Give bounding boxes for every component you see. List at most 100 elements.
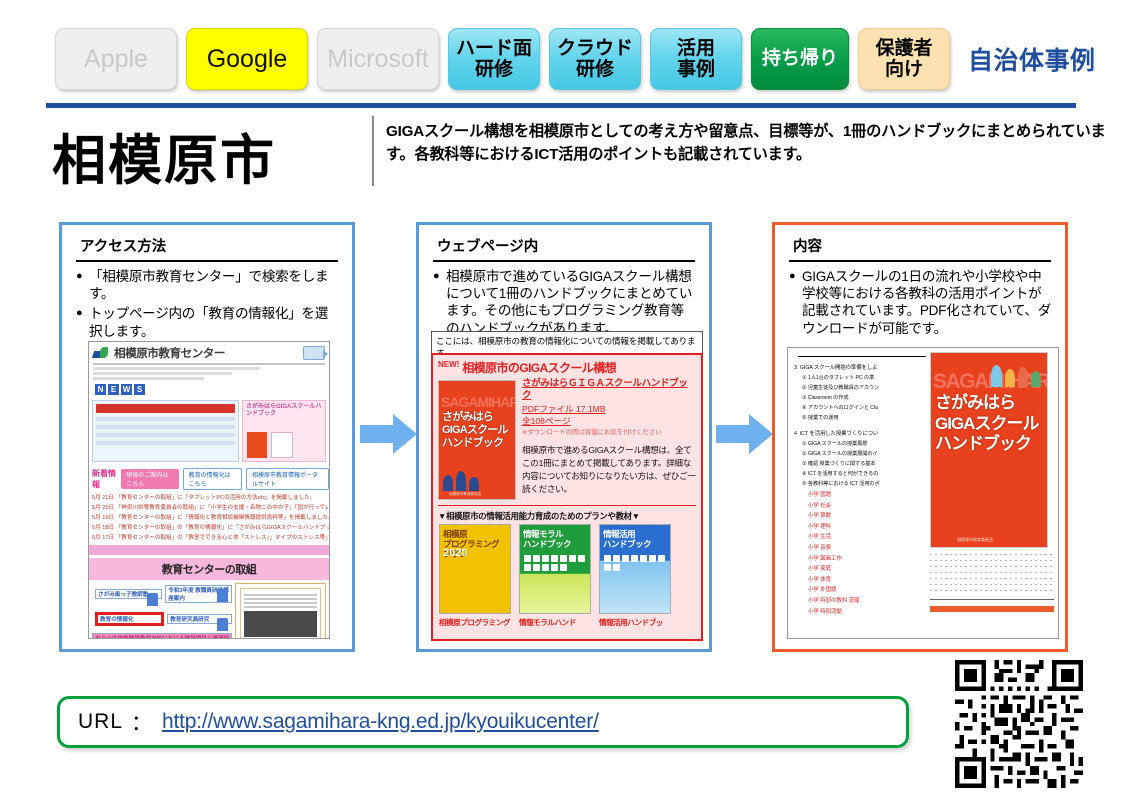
toc-entry: ② GIGA スクールの授業展開のイ xyxy=(802,450,926,457)
book-programming-plan[interactable]: 相模原 プログラミング プラン 2020 xyxy=(439,524,511,614)
news-section-label: 新着情報 xyxy=(92,469,116,489)
news-item[interactable]: 5月 20日 「神奈川県等教育委員会の取組」に「小学生の支援・名物この中の子」「… xyxy=(92,503,329,511)
panel-webpage-body: ウェブページ内 相模原市で進めているGIGAスクール構想について1冊のハンドブッ… xyxy=(419,225,709,337)
site-nav-rule xyxy=(93,363,325,365)
tile-ict-education-highlighted[interactable]: 教育の情報化 xyxy=(95,612,165,626)
news-item-text: 5月 18日 「教育センターの取組」の「教育の情報化」に「さがみはらGIGAスク… xyxy=(92,525,330,531)
subject-item: 小学 外国語 xyxy=(808,587,837,594)
camera-icon xyxy=(303,346,328,360)
news-item[interactable]: 5月 17日 「教育センターの取組」の「教室でできる心と体「ストレス」」タイプの… xyxy=(92,533,329,541)
toc-num: ① xyxy=(802,441,807,447)
panel-access-method: アクセス方法 「相模原市教育センター」で検索をします。 トップページ内の「教育の… xyxy=(59,222,355,652)
news-item[interactable]: 5月 21日 「教育センターの取組」に「タブレットPCの活用の方法etc」を掲載… xyxy=(92,493,326,501)
subject-item: 小学 音楽 xyxy=(808,544,832,551)
toc-entry: ① GIGA スクールの授業風景 xyxy=(802,440,926,447)
tab-for-guardians[interactable]: 保護者 向け xyxy=(858,28,950,90)
news-pill-2[interactable]: 教育の情報化はこちら xyxy=(182,468,242,490)
bullet-item: GIGAスクールの1日の流れや小学校や中学校等における各教科の活用ポイントが記載… xyxy=(789,268,1053,338)
toc-text: ICT を活用すると何ができるの xyxy=(807,471,879,477)
news-item-text: 5月 20日 「神奈川県等教育委員会の取組」に「小学生の支援・名物この中の子」「… xyxy=(92,505,329,511)
news-item[interactable]: 5月 19日 「教育センターの取組」に「情報化と教育相談機関情報提供資料等」を掲… xyxy=(92,513,329,521)
banner-right-handbook[interactable]: さがみはらGIGAスクールハンドブック xyxy=(242,400,326,462)
book-decoration-dots xyxy=(604,555,666,571)
tile-research[interactable]: 教育研究員研究 xyxy=(167,614,233,631)
toc-rule xyxy=(798,356,926,357)
tab-use-cases-label: 活用 事例 xyxy=(676,37,715,80)
toc-num: ② xyxy=(802,451,807,457)
panel-contents-body: 内容 GIGAスクールの1日の流れや小学校や中学校等における各教科の活用ポイント… xyxy=(775,225,1065,337)
cover-ghost-text: SAGAMIHARA xyxy=(441,394,515,410)
placeholder-line xyxy=(93,377,205,380)
handbook-download-link[interactable]: さがみはらＧＩＧＡスクールハンドブック xyxy=(522,378,696,403)
site-title: 相模原市教育センター xyxy=(114,347,225,360)
tile-row: 教育の情報化 教育研究員研究 xyxy=(92,608,233,631)
book-year: 2020 xyxy=(443,547,468,559)
pdf-next-page-marker xyxy=(930,606,1054,612)
book-info-utilization-handbook[interactable]: 情報活用 ハンドブック xyxy=(599,524,671,614)
cover-illustration-icon xyxy=(443,465,483,491)
news-section-header: 新着情報 研修のご案内はこちら 教育の情報化はこちら 相模原市教育情報ポータルサ… xyxy=(92,468,329,490)
toc-entry: ② 児童生徒及び教職員のアカウン xyxy=(802,384,926,391)
tile-teacher-school[interactable]: さがみ風っ子教師塾 xyxy=(95,589,163,606)
tab-apple[interactable]: Apple xyxy=(55,28,177,90)
tile-label: 教育の情報化 xyxy=(100,617,134,623)
panel-webpage-heading: ウェブページ内 xyxy=(437,239,539,255)
news-item[interactable]: 5月 18日 「教育センターの取組」の「教育の情報化」に「さがみはらGIGAスク… xyxy=(92,523,329,531)
tab-for-guardians-label: 保護者 向け xyxy=(875,37,933,80)
toc-text: 確認 授業づくりに関する基本 xyxy=(807,461,876,467)
sidebar-blog-panel xyxy=(235,583,326,638)
cover-caption: 相模原市教育委員会 xyxy=(449,492,482,496)
file-size-meta[interactable]: PDFファイル 17.1MB xyxy=(522,403,696,415)
panel-heading-rule xyxy=(433,260,695,262)
tab-microsoft-label: Microsoft xyxy=(327,45,429,73)
flow-arrow-2 xyxy=(716,412,774,456)
panel-heading-rule xyxy=(789,260,1051,262)
tab-microsoft[interactable]: Microsoft xyxy=(317,28,439,90)
toc-text: 1人1台のタブレット PC の準 xyxy=(807,375,875,381)
tile-training-guide[interactable]: 令和3年度 教職員研修講座案内 xyxy=(165,585,233,603)
subject-item: 小学 国語 xyxy=(808,492,832,498)
panel-access-method-body: アクセス方法 「相模原市教育センター」で検索をします。 トップページ内の「教育の… xyxy=(62,225,352,340)
decorative-bar xyxy=(89,545,329,555)
toc-num: ④ xyxy=(802,405,807,411)
tile-label: さがみ風っ子教師塾 xyxy=(98,592,149,598)
subject-item: 小学 算数 xyxy=(808,513,832,520)
title-block: 相模原市 GIGAスクール構想を相模原市としての考え方や留意点、目標等が、1冊の… xyxy=(52,112,1106,196)
tab-use-cases[interactable]: 活用 事例 xyxy=(650,28,742,90)
tab-take-home[interactable]: 持ち帰り xyxy=(751,28,849,90)
url-label: URL xyxy=(78,710,124,733)
page-count-meta[interactable]: 全108ページ xyxy=(522,415,696,427)
panel-contents-bullets: GIGAスクールの1日の流れや小学校や中学校等における各教科の活用ポイントが記載… xyxy=(787,268,1053,338)
toc-text: Classroom の作成 xyxy=(807,395,849,401)
bullet-item: 相模原市で進めているGIGAスクール構想について1冊のハンドブックにまとめていま… xyxy=(433,268,697,338)
panel-heading-rule xyxy=(76,260,338,262)
site-logo-icon xyxy=(93,346,109,360)
toc-entry: ⑤ 授業での運用 xyxy=(802,414,926,421)
news-item-text: 5月 21日 「教育センターの取組」に「タブレットPCの活用の方法etc」を掲載… xyxy=(92,495,316,501)
tab-cloud-training[interactable]: クラウド 研修 xyxy=(549,28,641,90)
banner-left[interactable] xyxy=(92,400,239,462)
tab-hardware-training[interactable]: ハード面 研修 xyxy=(448,28,540,90)
book-title: 情報モラル ハンドブック xyxy=(523,529,572,550)
tile-research-wide[interactable]: 市立小中学校情報教育学校における情報提供と情報発信の充実に関する調査研究 xyxy=(92,633,233,638)
webpage-section-title: 相模原市のGIGAスクール構想 xyxy=(462,361,616,375)
subject-item: 小学 図画工作 xyxy=(808,555,842,562)
header-divider-rule xyxy=(46,103,1076,108)
qr-code[interactable] xyxy=(955,660,1083,788)
news-pill-1[interactable]: 研修のご案内はこちら xyxy=(121,469,179,489)
toc-entry: ③ Classroom の作成 xyxy=(802,394,926,401)
tab-google[interactable]: Google xyxy=(186,28,308,90)
toc-entry: ④ アカウントへのログインと Cla xyxy=(802,404,926,411)
toc-text: 授業での運用 xyxy=(807,415,839,421)
toc-num: ④ xyxy=(802,471,807,477)
news-pill-3[interactable]: 相模原市教育情報ポータルサイト xyxy=(245,468,329,490)
toc-entry: 3 GIGA スクール開始の準備をしよ xyxy=(794,363,926,371)
flow-arrow-1 xyxy=(360,412,418,456)
handbook-cover-large: SAGAMIHARA さがみはら GIGAスクール ハンドブック 相模原市教育委… xyxy=(930,352,1048,548)
toc-num: 3 xyxy=(794,365,797,371)
url-link[interactable]: http://www.sagamihara-kng.ed.jp/kyouikuc… xyxy=(162,710,599,734)
book-moral-handbook[interactable]: 情報モラル ハンドブック xyxy=(519,524,591,614)
bullet-item: トップページ内の「教育の情報化」を選択します。 xyxy=(76,305,340,340)
toc-num: ⑤ xyxy=(802,481,807,487)
bullet-item: 「相模原市教育センター」で検索をします。 xyxy=(76,268,340,303)
